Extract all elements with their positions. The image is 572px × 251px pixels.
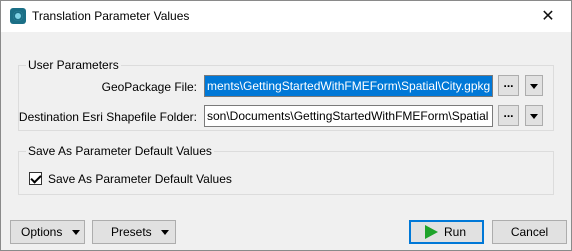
chevron-down-icon xyxy=(161,230,169,235)
presets-button[interactable]: Presets xyxy=(92,220,176,244)
close-button[interactable]: ✕ xyxy=(525,1,571,32)
run-button-label: Run xyxy=(444,225,467,239)
fme-app-icon xyxy=(10,8,26,24)
options-button[interactable]: Options xyxy=(10,220,85,244)
window-title: Translation Parameter Values xyxy=(32,9,190,23)
cancel-button[interactable]: Cancel xyxy=(492,220,567,244)
save-defaults-checkbox[interactable] xyxy=(29,172,42,185)
play-icon xyxy=(425,225,438,239)
save-defaults-title: Save As Parameter Default Values xyxy=(26,144,214,158)
save-defaults-checkbox-label: Save As Parameter Default Values xyxy=(48,172,232,186)
chevron-down-icon xyxy=(530,114,538,119)
options-button-label: Options xyxy=(21,225,63,239)
geopackage-file-value: ments\GettingStartedWithFMEForm\Spatial\… xyxy=(205,76,492,96)
shapefile-folder-field[interactable]: son\Documents\GettingStartedWithFMEForm\… xyxy=(204,105,493,127)
translation-parameter-dialog: Translation Parameter Values ✕ User Para… xyxy=(0,0,572,251)
chevron-down-icon xyxy=(530,84,538,89)
cancel-button-label: Cancel xyxy=(510,225,549,239)
title-bar: Translation Parameter Values ✕ xyxy=(1,1,571,32)
geopackage-file-field[interactable]: ments\GettingStartedWithFMEForm\Spatial\… xyxy=(204,75,493,97)
presets-button-label: Presets xyxy=(111,225,152,239)
geopackage-options-dropdown[interactable] xyxy=(525,75,543,96)
shapefile-folder-label: Destination Esri Shapefile Folder: xyxy=(18,110,197,124)
shapefile-browse-button[interactable]: ... xyxy=(498,105,519,126)
geopackage-file-label: GeoPackage File: xyxy=(101,80,197,94)
user-parameters-title: User Parameters xyxy=(26,58,121,72)
shapefile-options-dropdown[interactable] xyxy=(525,105,543,126)
geopackage-browse-button[interactable]: ... xyxy=(498,75,519,96)
run-button[interactable]: Run xyxy=(409,220,484,244)
shapefile-folder-value: son\Documents\GettingStartedWithFMEForm\… xyxy=(207,109,489,123)
chevron-down-icon xyxy=(72,230,80,235)
